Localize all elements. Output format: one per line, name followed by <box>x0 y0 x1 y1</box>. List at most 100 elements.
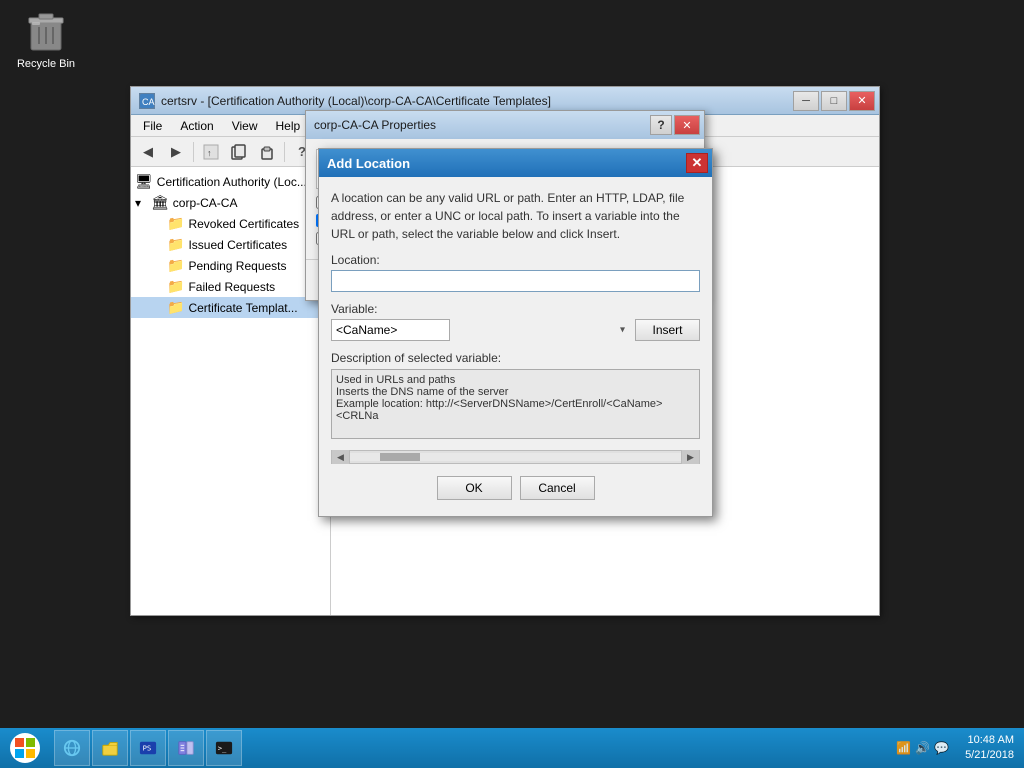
tree-pending-indent-1 <box>135 259 151 273</box>
taskbar-cmd-icon[interactable]: >_ <box>206 730 242 766</box>
toolbar-separator-2 <box>284 142 285 162</box>
tree-pending-icon: 📁 <box>167 257 184 274</box>
tree-ca-indent: ▾ <box>135 196 151 210</box>
menu-help[interactable]: Help <box>268 117 309 135</box>
taskbar-clock[interactable]: 10:48 AM 5/21/2018 <box>955 733 1024 764</box>
corp-dialog-title: corp-CA-CA Properties <box>314 118 436 132</box>
tree-pending[interactable]: 📁 Pending Requests <box>131 255 330 276</box>
corp-dialog-help-btn[interactable]: ? <box>650 115 672 135</box>
up-button[interactable]: ↑ <box>198 140 224 164</box>
add-location-close-button[interactable]: ✕ <box>686 153 708 173</box>
add-location-dialog: Add Location ✕ A location can be any val… <box>318 148 713 517</box>
recycle-bin-icon[interactable]: Recycle Bin <box>14 10 78 70</box>
notification-icon: 💬 <box>934 741 949 755</box>
tree-panel: 🖥 Certification Authority (Loc... ▾ 🏛 co… <box>131 167 331 615</box>
tree-ca-label: corp-CA-CA <box>173 196 238 210</box>
svg-text:↑: ↑ <box>207 148 212 158</box>
menu-view[interactable]: View <box>224 117 266 135</box>
paste-button[interactable] <box>254 140 280 164</box>
menu-file[interactable]: File <box>135 117 170 135</box>
tree-failed-label: Failed Requests <box>188 280 275 294</box>
forward-button[interactable]: ▶ <box>163 140 189 164</box>
desc-area: Used in URLs and paths Inserts the DNS n… <box>331 369 700 442</box>
tree-revoked[interactable]: 📁 Revoked Certificates <box>131 213 330 234</box>
variable-select[interactable]: <CaName> <ServerDNSName> <CRLNameSuffix>… <box>331 319 450 341</box>
tree-issued[interactable]: 📁 Issued Certificates <box>131 234 330 255</box>
tree-root[interactable]: 🖥 Certification Authority (Loc... <box>131 171 330 192</box>
desc-section-label: Description of selected variable: <box>331 351 700 365</box>
add-location-buttons: OK Cancel <box>331 468 700 504</box>
tree-templates-icon: 📁 <box>167 299 184 316</box>
tree-issued-indent-1 <box>135 238 151 252</box>
taskbar-ie-icon[interactable] <box>54 730 90 766</box>
tree-pending-label: Pending Requests <box>188 259 286 273</box>
tree-ca-icon: 🏛 <box>151 194 169 211</box>
tree-templates-label: Certificate Templat... <box>188 301 297 315</box>
clock-date: 5/21/2018 <box>965 748 1014 763</box>
location-field-label: Location: <box>331 253 700 267</box>
variable-select-wrapper: <CaName> <ServerDNSName> <CRLNameSuffix>… <box>331 319 629 341</box>
tree-failed-indent-1 <box>135 280 151 294</box>
taskbar-filemanager-icon[interactable] <box>168 730 204 766</box>
tree-failed-icon: 📁 <box>167 278 184 295</box>
add-location-ok-button[interactable]: OK <box>437 476 512 500</box>
tree-issued-icon: 📁 <box>167 236 184 253</box>
recycle-bin-label: Recycle Bin <box>17 58 75 70</box>
tree-failed-indent-2 <box>151 280 167 294</box>
tree-failed[interactable]: 📁 Failed Requests <box>131 276 330 297</box>
taskbar-items: PS >_ <box>50 730 890 766</box>
tree-revoked-label: Revoked Certificates <box>188 217 299 231</box>
speaker-icon: 🔊 <box>915 741 930 755</box>
svg-text:>_: >_ <box>218 744 227 753</box>
scroll-left-btn[interactable]: ◀ <box>332 450 350 464</box>
corp-dialog-titlebar: corp-CA-CA Properties ? ✕ <box>306 111 704 139</box>
tree-revoked-indent-2 <box>151 217 167 231</box>
corp-dialog-close-btn[interactable]: ✕ <box>674 115 700 135</box>
back-button[interactable]: ◀ <box>135 140 161 164</box>
titlebar-buttons: ─ □ ✕ <box>793 91 875 111</box>
horizontal-scrollbar[interactable]: ◀ ▶ <box>331 450 700 464</box>
recycle-bin-graphic <box>26 10 66 54</box>
menu-action[interactable]: Action <box>172 117 221 135</box>
tree-templates[interactable]: 📁 Certificate Templat... <box>131 297 330 318</box>
svg-text:CA: CA <box>142 97 155 107</box>
clock-time: 10:48 AM <box>968 733 1014 748</box>
scroll-right-btn[interactable]: ▶ <box>681 450 699 464</box>
windows-logo-icon <box>10 733 40 763</box>
certsrv-window-title: certsrv - [Certification Authority (Loca… <box>161 94 551 108</box>
taskbar-powershell-icon[interactable]: PS <box>130 730 166 766</box>
tree-issued-indent-2 <box>151 238 167 252</box>
add-location-titlebar: Add Location ✕ <box>319 149 712 177</box>
tree-templates-indent-2 <box>151 301 167 315</box>
certsrv-window-icon: CA <box>139 93 155 109</box>
location-input[interactable] <box>331 270 700 292</box>
svg-text:PS: PS <box>143 744 152 753</box>
add-location-description: A location can be any valid URL or path.… <box>331 189 700 243</box>
corp-dialog-titlebar-right: ? ✕ <box>650 115 700 135</box>
desktop: Recycle Bin CA certsrv - [Certification … <box>0 0 1024 768</box>
insert-button[interactable]: Insert <box>635 319 700 341</box>
taskbar: PS >_ 📶 🔊 <box>0 728 1024 768</box>
scrollbar-thumb <box>380 453 420 461</box>
tree-revoked-indent-1 <box>135 217 151 231</box>
tree-issued-label: Issued Certificates <box>188 238 287 252</box>
variable-field-label: Variable: <box>331 302 700 316</box>
add-location-content: A location can be any valid URL or path.… <box>319 177 712 516</box>
scrollbar-track <box>350 453 681 461</box>
add-location-cancel-button[interactable]: Cancel <box>520 476 595 500</box>
minimize-button[interactable]: ─ <box>793 91 819 111</box>
toolbar-separator-1 <box>193 142 194 162</box>
variable-row: <CaName> <ServerDNSName> <CRLNameSuffix>… <box>331 319 700 341</box>
tree-pending-indent-2 <box>151 259 167 273</box>
start-button[interactable] <box>0 728 50 768</box>
maximize-button[interactable]: □ <box>821 91 847 111</box>
network-icon: 📶 <box>896 741 911 755</box>
tree-ca[interactable]: ▾ 🏛 corp-CA-CA <box>131 192 330 213</box>
close-button[interactable]: ✕ <box>849 91 875 111</box>
tree-revoked-icon: 📁 <box>167 215 184 232</box>
description-textarea: Used in URLs and paths Inserts the DNS n… <box>331 369 700 439</box>
taskbar-explorer-icon[interactable] <box>92 730 128 766</box>
titlebar-left: CA certsrv - [Certification Authority (L… <box>139 93 551 109</box>
systray: 📶 🔊 💬 <box>890 741 955 755</box>
copy-button[interactable] <box>226 140 252 164</box>
